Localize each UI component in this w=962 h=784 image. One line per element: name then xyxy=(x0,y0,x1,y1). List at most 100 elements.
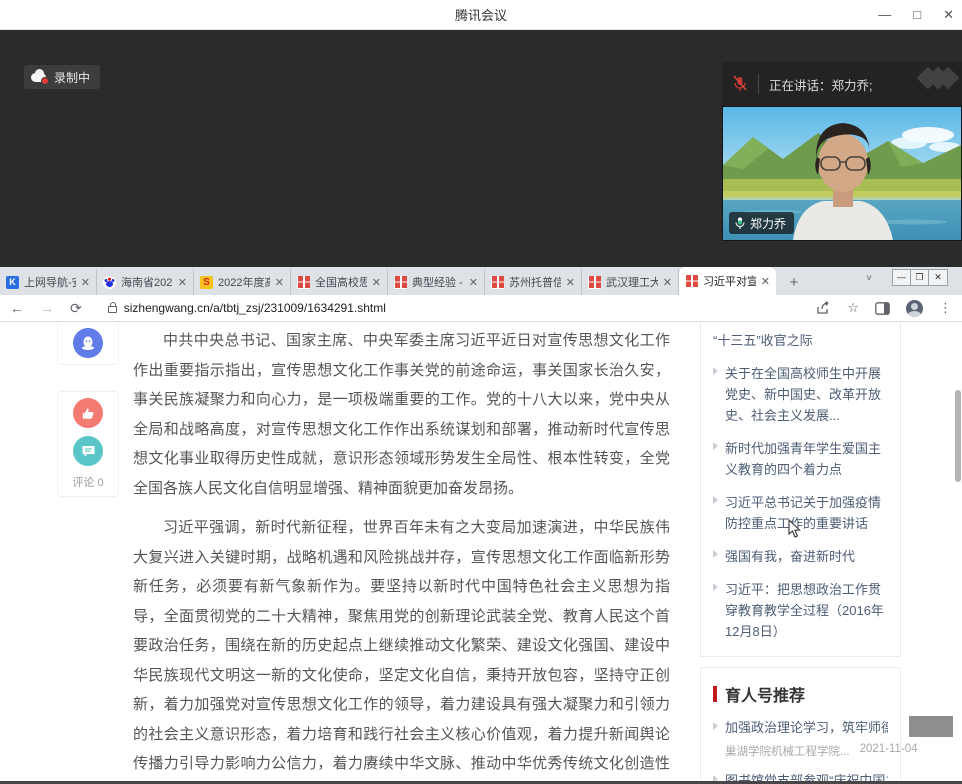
browser-restore-button[interactable]: ❐ xyxy=(911,270,929,285)
webpage-content: 评论 0 中共中央总书记、国家主席、中央军委主席习近平近日对宣传思想文化工作作出… xyxy=(0,322,962,781)
browser-tab-bar: K 上网导航-安全 ✕ 海南省2022年 ✕ S 2022年度高校 ✕ 全国高校… xyxy=(0,267,962,295)
recording-label: 录制中 xyxy=(54,69,90,86)
s-favicon: S xyxy=(200,276,213,289)
tab-close-icon[interactable]: ✕ xyxy=(469,276,478,289)
tab-close-icon[interactable]: ✕ xyxy=(566,276,575,289)
date-label: 2021-11-04 xyxy=(860,743,918,759)
share-card xyxy=(58,322,118,364)
mouse-cursor xyxy=(788,519,801,538)
share-qq-button[interactable] xyxy=(73,328,103,358)
recommend-section-title: 育人号推荐 xyxy=(713,682,888,706)
org-label: 巢湖学院机械工程学院... xyxy=(725,743,850,759)
reload-icon[interactable]: ⟳ xyxy=(70,300,82,317)
bullet-triangle-icon xyxy=(713,496,718,504)
sidebar: “十三五”收官之际 关于在全国高校师生中开展党史、新中国史、改革开放史、社会主义… xyxy=(700,322,901,781)
tab-search-chevron-icon[interactable]: ˅ xyxy=(866,273,872,284)
tab-quanguo-sizheng[interactable]: 全国高校思想 ✕ xyxy=(291,269,388,295)
speaker-panel: 正在讲话：郑力乔; xyxy=(722,62,962,241)
related-links-box: “十三五”收官之际 关于在全国高校师生中开展党史、新中国史、改革开放史、社会主义… xyxy=(700,322,901,657)
tab-close-icon[interactable]: ✕ xyxy=(761,275,770,288)
red-bar-accent xyxy=(713,686,717,702)
sizhengwang-favicon xyxy=(588,276,601,289)
thumbs-up-icon xyxy=(81,406,96,421)
article-paragraph: 中共中央总书记、国家主席、中央军委主席习近平近日对宣传思想文化工作作出重要指示指… xyxy=(133,326,670,503)
bullet-triangle-icon xyxy=(713,442,718,450)
related-link[interactable]: “十三五”收官之际 xyxy=(713,330,888,351)
profile-avatar[interactable] xyxy=(906,300,923,317)
page-scrollbar-thumb[interactable] xyxy=(955,390,961,482)
tab-close-icon[interactable]: ✕ xyxy=(372,276,381,289)
close-button[interactable]: ✕ xyxy=(943,0,954,30)
forward-icon[interactable]: → xyxy=(40,300,54,316)
like-button[interactable] xyxy=(73,398,103,428)
url-text: sizhengwang.cn/a/tbtj_zsj/231009/1634291… xyxy=(124,301,386,315)
lock-icon xyxy=(108,306,117,313)
side-panel-icon[interactable] xyxy=(875,302,890,315)
back-icon[interactable]: ← xyxy=(10,300,24,316)
related-link[interactable]: 习近平：把思想政治工作贯穿教育教学全过程（2016年12月8日） xyxy=(713,579,888,642)
sizhengwang-favicon xyxy=(297,276,310,289)
share-icon[interactable] xyxy=(816,301,831,315)
bookmark-star-icon[interactable]: ☆ xyxy=(847,300,859,316)
tab-close-icon[interactable]: ✕ xyxy=(663,276,672,289)
bullet-triangle-icon xyxy=(713,583,718,591)
speaker-bar: 正在讲话：郑力乔; xyxy=(722,62,962,106)
tab-niandu-gaoxiao[interactable]: S 2022年度高校 ✕ xyxy=(194,269,291,295)
meeting-titlebar: 腾讯会议 — □ ✕ xyxy=(0,0,962,30)
tab-xijinping-active[interactable]: 习近平对宣传 ✕ xyxy=(679,267,776,295)
qq-icon xyxy=(80,335,96,351)
article-body: 中共中央总书记、国家主席、中央军委主席习近平近日对宣传思想文化工作作出重要指示指… xyxy=(133,326,670,781)
sizhengwang-favicon xyxy=(685,275,698,288)
window-controls: — □ ✕ xyxy=(878,0,954,30)
browser-minimize-button[interactable]: — xyxy=(893,270,911,285)
browser-url-bar: ← → ⟳ sizhengwang.cn/a/tbtj_zsj/231009/1… xyxy=(0,295,962,322)
baidu-favicon xyxy=(103,276,116,289)
meeting-title: 腾讯会议 xyxy=(455,5,507,24)
tab-close-icon[interactable]: ✕ xyxy=(275,276,284,289)
tab-close-icon[interactable]: ✕ xyxy=(178,276,187,289)
menu-kebab-icon[interactable]: ⋮ xyxy=(939,300,952,316)
mic-active-icon xyxy=(735,217,745,230)
maximize-button[interactable]: □ xyxy=(913,0,921,30)
tab-wuhan-ligong[interactable]: 武汉理工大学 ✕ xyxy=(582,269,679,295)
navigation-favicon: K xyxy=(6,276,19,289)
tab-close-icon[interactable]: ✕ xyxy=(81,276,90,289)
participant-video[interactable]: 郑力乔 xyxy=(722,106,962,241)
participant-name: 郑力乔 xyxy=(750,215,786,232)
comment-button[interactable] xyxy=(73,436,103,466)
recommend-item[interactable]: 加强政治理论学习，筑牢师德师风底线 巢湖学院机械工程学院...2021-11-0… xyxy=(713,719,888,759)
meeting-stage: 录制中 正在讲话：郑力乔; xyxy=(0,30,962,267)
meeting-logo-watermark xyxy=(926,70,956,91)
sizhengwang-favicon xyxy=(394,276,407,289)
comment-bubble-icon xyxy=(81,444,96,458)
mic-muted-icon xyxy=(732,75,748,93)
tab-dianxing-jingyan[interactable]: 典型经验 - 全 ✕ xyxy=(388,269,485,295)
bullet-triangle-icon xyxy=(713,722,718,730)
related-link[interactable]: 关于在全国高校师生中开展党史、新中国史、改革开放史、社会主义发展... xyxy=(713,363,888,426)
article-paragraph: 习近平强调，新时代新征程，世界百年未有之大变局加速演进，中华民族伟大复兴进入关键… xyxy=(133,513,670,781)
share-action-rail: 评论 0 xyxy=(58,322,118,496)
back-to-top-box[interactable] xyxy=(909,716,953,737)
bullet-triangle-icon xyxy=(713,367,718,375)
address-field[interactable]: sizhengwang.cn/a/tbtj_zsj/231009/1634291… xyxy=(98,298,817,319)
related-link[interactable]: 新时代加强青年学生爱国主义教育的四个着力点 xyxy=(713,438,888,480)
cloud-recording-icon xyxy=(31,71,48,83)
tab-hainan[interactable]: 海南省2022年 ✕ xyxy=(97,269,194,295)
browser-close-button[interactable]: ✕ xyxy=(929,270,947,285)
comment-count-label: 评论 0 xyxy=(72,474,103,490)
speaking-label: 正在讲话：郑力乔; xyxy=(769,75,872,94)
shared-browser-window: K 上网导航-安全 ✕ 海南省2022年 ✕ S 2022年度高校 ✕ 全国高校… xyxy=(0,267,962,781)
feedback-card: 评论 0 xyxy=(58,392,118,496)
bullet-triangle-icon xyxy=(713,550,718,558)
yurenhao-recommend-box: 育人号推荐 加强政治理论学习，筑牢师德师风底线 巢湖学院机械工程学院...202… xyxy=(700,667,901,781)
speaker-bar-divider xyxy=(758,74,759,94)
sizhengwang-favicon xyxy=(491,276,504,289)
tab-suzhou-top[interactable]: 苏州托普信息 ✕ xyxy=(485,269,582,295)
recording-badge[interactable]: 录制中 xyxy=(24,65,100,89)
tab-daohang[interactable]: K 上网导航-安全 ✕ xyxy=(0,269,97,295)
minimize-button[interactable]: — xyxy=(878,0,891,30)
related-link[interactable]: 强国有我，奋进新时代 xyxy=(713,546,888,567)
new-tab-button[interactable]: + xyxy=(782,271,806,295)
recommend-item[interactable]: 图书馆党支部参观“庆祝中国共产党... 辽宁装备制造职业技术...2021-11… xyxy=(713,772,888,781)
participant-name-tag: 郑力乔 xyxy=(729,212,794,234)
